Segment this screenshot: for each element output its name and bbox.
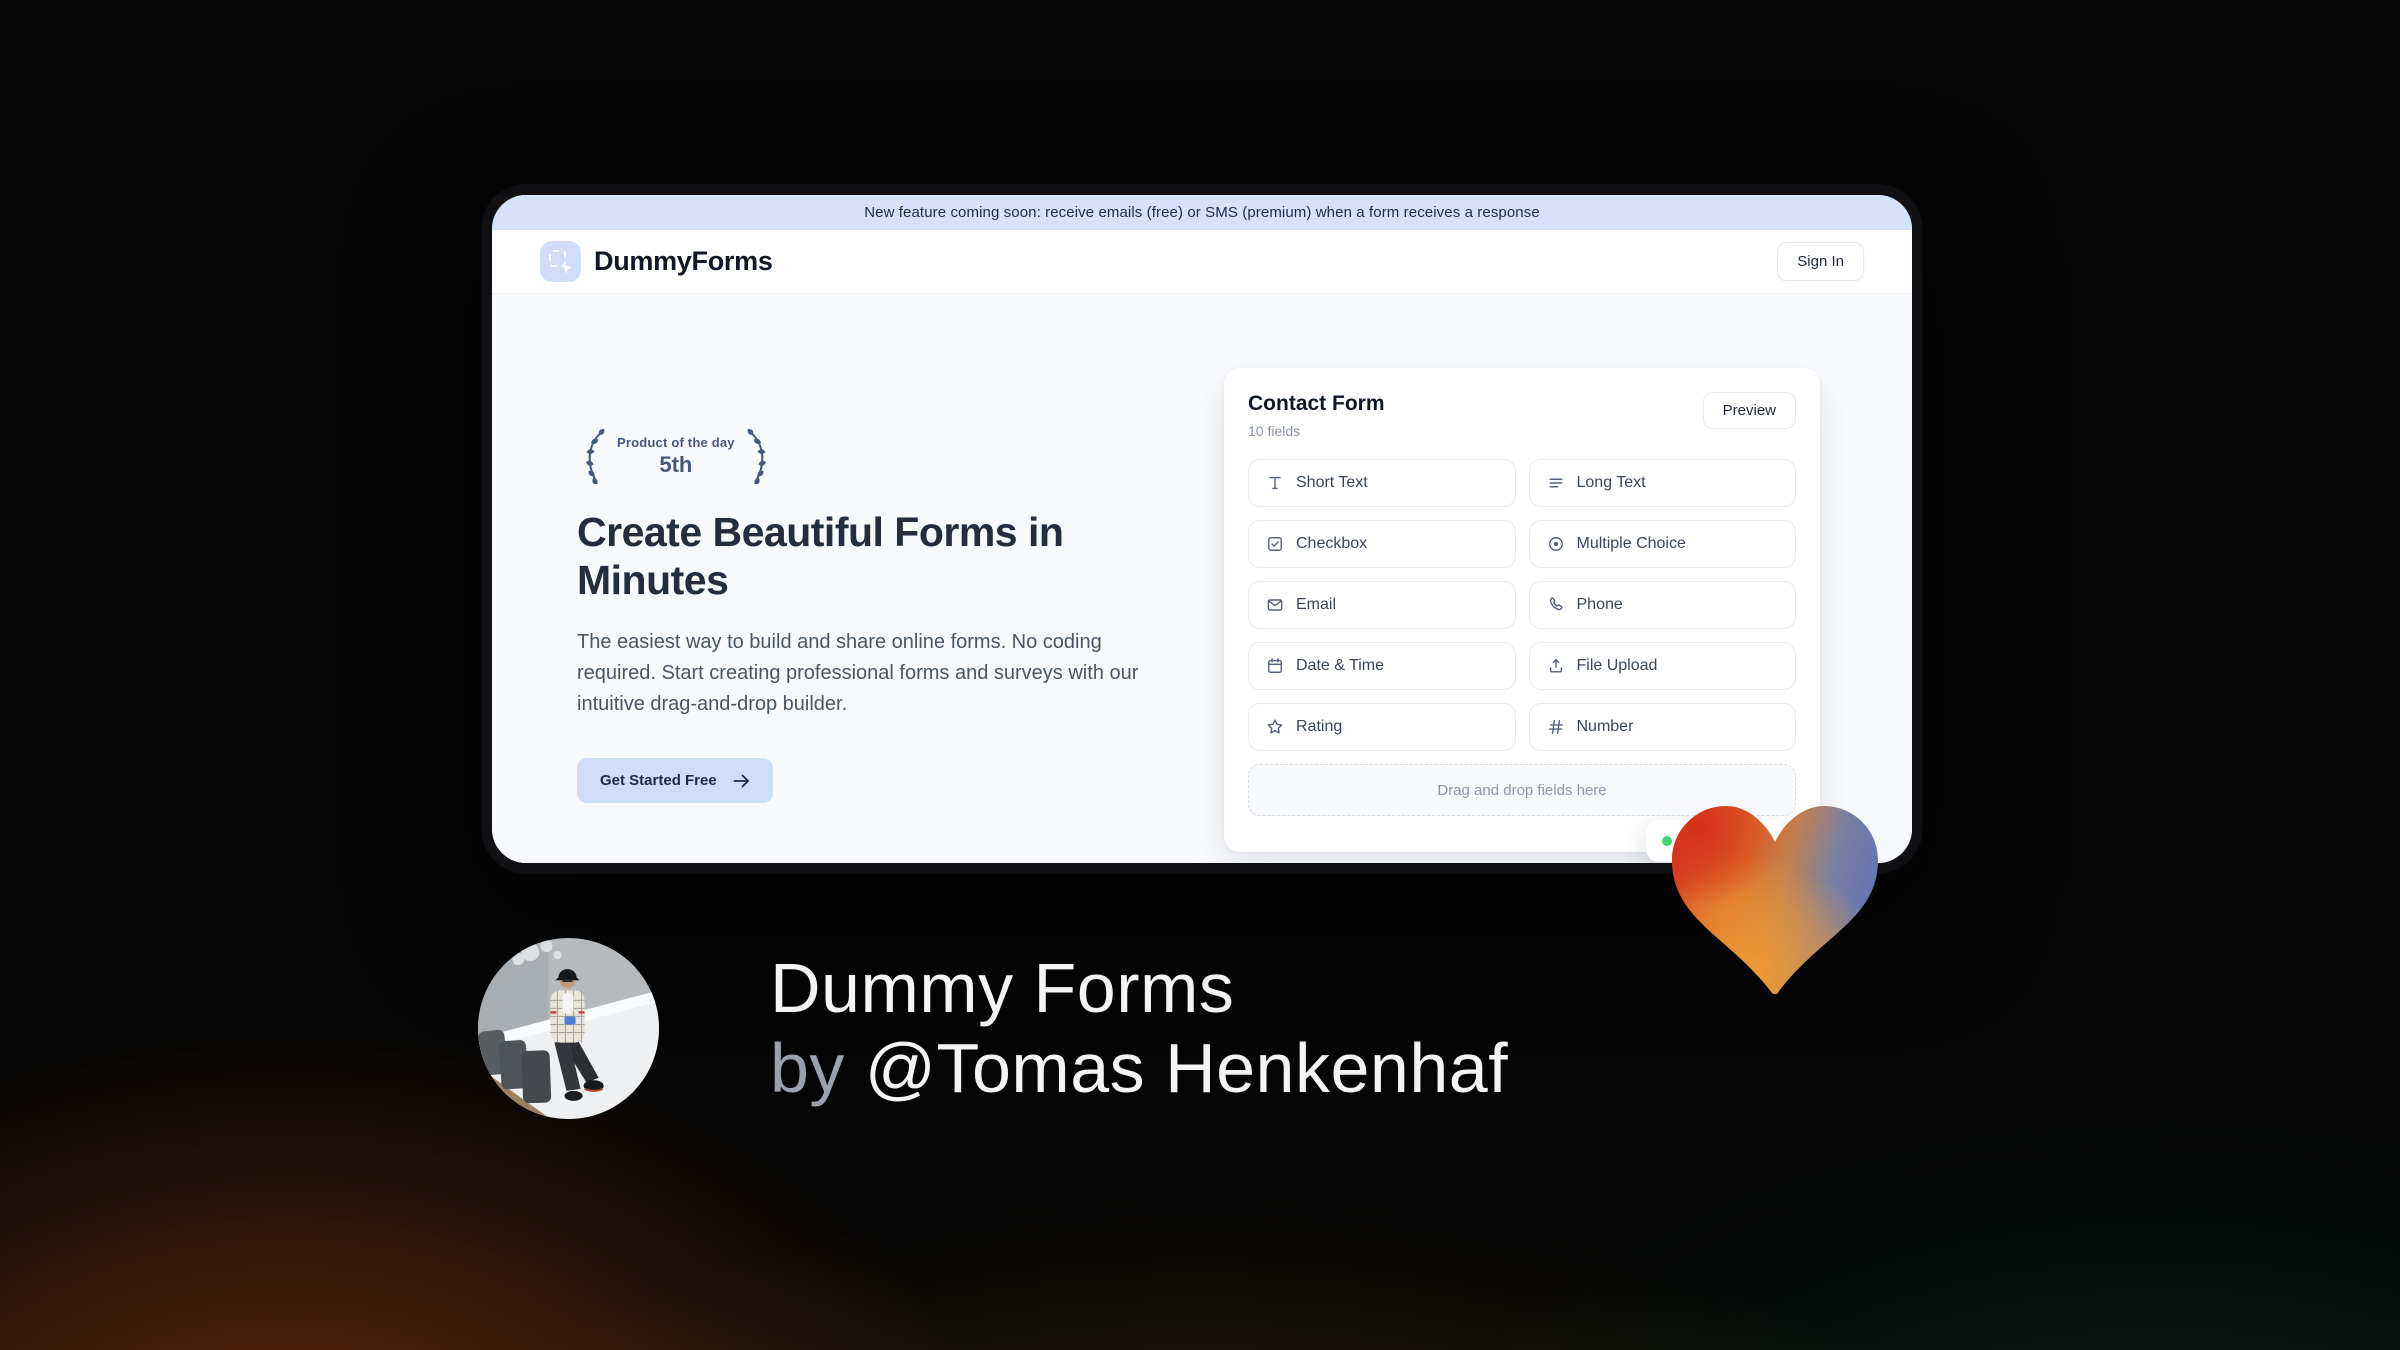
- hash-icon: [1546, 717, 1566, 737]
- field-chip[interactable]: Number: [1528, 703, 1796, 751]
- arrow-right-icon: [733, 774, 749, 788]
- caption: Dummy Forms by @Tomas Henkenhaf: [770, 948, 1508, 1108]
- field-chip-label: Number: [1576, 718, 1634, 735]
- form-card-header: Contact Form 10 fields Preview: [1248, 392, 1796, 439]
- main-content: Product of the day 5th Create Beautiful …: [492, 294, 1912, 863]
- calendar-icon: [1265, 656, 1285, 676]
- laurel-left-icon: [586, 428, 605, 484]
- field-chip[interactable]: Multiple Choice: [1528, 520, 1796, 568]
- get-started-button[interactable]: Get Started Free: [577, 758, 773, 804]
- award-rank: 5th: [659, 451, 693, 477]
- checkbox-icon: [1265, 534, 1285, 554]
- announcement-text: New feature coming soon: receive emails …: [864, 204, 1540, 221]
- multiple-choice-icon: [1546, 534, 1566, 554]
- short-text-icon: [1265, 473, 1285, 493]
- get-started-label: Get Started Free: [600, 772, 717, 790]
- field-chip-label: Long Text: [1576, 474, 1646, 491]
- field-chip[interactable]: File Upload: [1528, 642, 1796, 690]
- green-dot-icon: [1662, 836, 1672, 846]
- product-of-day-badge: Product of the day 5th: [577, 428, 1162, 484]
- form-title: Contact Form: [1248, 392, 1385, 415]
- heart-icon: [1672, 806, 1878, 994]
- star-icon: [1265, 717, 1285, 737]
- caption-byline: by @Tomas Henkenhaf: [770, 1028, 1508, 1108]
- field-type-list: Short Text Long Text Checkbox Multiple C…: [1248, 459, 1796, 751]
- hero-section: Product of the day 5th Create Beautiful …: [577, 428, 1162, 804]
- field-chip-label: Email: [1296, 596, 1337, 613]
- field-chip[interactable]: Email: [1248, 581, 1516, 629]
- hero-title: Create Beautiful Forms in Minutes: [577, 509, 1064, 604]
- sign-in-button[interactable]: Sign In: [1777, 242, 1864, 281]
- preview-button[interactable]: Preview: [1702, 392, 1796, 429]
- field-chip-label: Rating: [1296, 718, 1343, 735]
- award-text: Product of the day 5th: [617, 435, 735, 478]
- avatar: [478, 938, 659, 1119]
- field-chip-label: Multiple Choice: [1576, 535, 1686, 552]
- form-builder-card: Contact Form 10 fields Preview Short Tex…: [1224, 368, 1820, 862]
- phone-icon: [1546, 595, 1566, 615]
- hero-description: The easiest way to build and share onlin…: [577, 630, 1139, 716]
- field-chip-label: Checkbox: [1296, 535, 1368, 552]
- cursor-icon: [560, 262, 574, 276]
- email-icon: [1265, 595, 1285, 615]
- field-chip[interactable]: Short Text: [1248, 459, 1516, 507]
- long-text-icon: [1546, 473, 1566, 493]
- field-chip[interactable]: Phone: [1528, 581, 1796, 629]
- field-chip-label: Short Text: [1296, 474, 1368, 491]
- field-chip-label: File Upload: [1576, 657, 1658, 674]
- dummyforms-page: New feature coming soon: receive emails …: [492, 195, 1912, 863]
- field-chip[interactable]: Rating: [1248, 703, 1516, 751]
- caption-by: by: [770, 1029, 845, 1107]
- caption-title: Dummy Forms: [770, 949, 1235, 1027]
- field-chip[interactable]: Long Text: [1528, 459, 1796, 507]
- caption-handle: @Tomas Henkenhaf: [864, 1029, 1509, 1107]
- dropzone-text: Drag and drop fields here: [1437, 781, 1607, 799]
- avatar-photo: [478, 938, 659, 1119]
- laurel-right-icon: [747, 428, 766, 484]
- form-field-count: 10 fields: [1248, 423, 1301, 439]
- logo-icon: [540, 241, 581, 282]
- brand-name: DummyForms: [594, 246, 773, 276]
- field-chip-label: Date & Time: [1296, 657, 1385, 674]
- announcement-banner: New feature coming soon: receive emails …: [492, 195, 1912, 230]
- upload-icon: [1546, 656, 1566, 676]
- field-chip[interactable]: Date & Time: [1248, 642, 1516, 690]
- field-chip-label: Phone: [1576, 596, 1623, 613]
- field-chip[interactable]: Checkbox: [1248, 520, 1516, 568]
- award-line1: Product of the day: [617, 434, 735, 450]
- logo[interactable]: DummyForms: [540, 241, 773, 282]
- site-header: DummyForms Sign In: [492, 230, 1912, 294]
- browser-window: New feature coming soon: receive emails …: [482, 185, 1922, 873]
